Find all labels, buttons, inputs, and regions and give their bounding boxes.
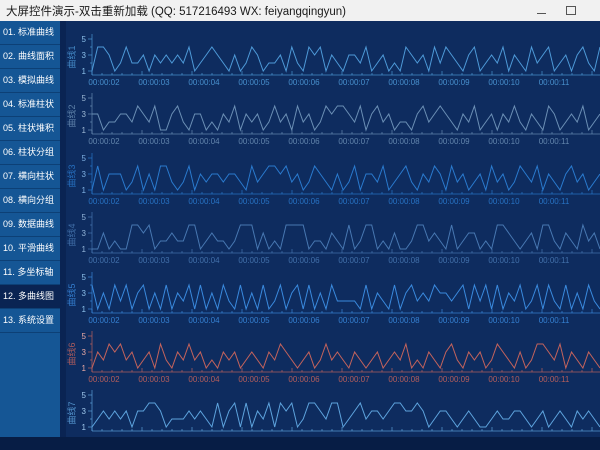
series-line <box>92 344 600 368</box>
line-chart-5[interactable]: 曲线513500:00:0200:00:0300:00:0400:00:0500… <box>66 259 600 325</box>
sidebar-item-05[interactable]: 05. 柱状堆积 <box>0 117 60 141</box>
chart-row-6: 曲线613500:00:0200:00:0300:00:0400:00:0500… <box>66 318 600 378</box>
y-tick-label: 3 <box>82 110 87 119</box>
series-title: 曲线5 <box>66 283 77 306</box>
series-title: 曲线4 <box>66 224 77 247</box>
y-tick-label: 3 <box>82 289 87 298</box>
series-line <box>92 225 600 249</box>
sidebar-item-12[interactable]: 12. 多曲线图 <box>0 285 60 309</box>
y-tick-label: 3 <box>82 407 87 416</box>
chart-row-3: 曲线313500:00:0200:00:0300:00:0400:00:0500… <box>66 140 600 200</box>
minimize-icon <box>537 13 546 14</box>
y-tick-label: 5 <box>82 332 87 341</box>
y-tick-label: 1 <box>82 305 87 314</box>
series-title: 曲线3 <box>66 164 77 187</box>
maximize-icon <box>566 6 576 15</box>
y-tick-label: 5 <box>82 391 87 400</box>
series-line <box>92 403 600 427</box>
line-chart-1[interactable]: 曲线113500:00:0200:00:0300:00:0400:00:0500… <box>66 21 600 87</box>
maximize-button[interactable] <box>556 0 586 21</box>
chart-row-1: 曲线113500:00:0200:00:0300:00:0400:00:0500… <box>66 21 600 81</box>
app-window: 大屏控件演示-双击重新加载 (QQ: 517216493 WX: feiyang… <box>0 0 600 450</box>
y-tick-label: 3 <box>82 51 87 60</box>
y-tick-label: 1 <box>82 126 87 135</box>
minimize-button[interactable] <box>526 0 556 21</box>
line-chart-2[interactable]: 曲线213500:00:0200:00:0300:00:0400:00:0500… <box>66 80 600 146</box>
sidebar-item-10[interactable]: 10. 平滑曲线 <box>0 237 60 261</box>
sidebar-item-08[interactable]: 08. 横向分组 <box>0 189 60 213</box>
line-chart-7[interactable]: 曲线7 1 3 5 <box>66 377 600 443</box>
y-tick-label: 3 <box>82 348 87 357</box>
sidebar-item-01[interactable]: 01. 标准曲线 <box>0 21 60 45</box>
series-line <box>92 106 600 130</box>
line-chart-3[interactable]: 曲线313500:00:0200:00:0300:00:0400:00:0500… <box>66 140 600 206</box>
y-tick-label: 1 <box>82 245 87 254</box>
series-line <box>92 285 600 309</box>
y-tick-label: 1 <box>82 67 87 76</box>
title-bar: 大屏控件演示-双击重新加载 (QQ: 517216493 WX: feiyang… <box>0 0 600 21</box>
window-controls <box>526 0 586 21</box>
series-title: 曲线2 <box>66 105 77 128</box>
line-chart-6[interactable]: 曲线613500:00:0200:00:0300:00:0400:00:0500… <box>66 318 600 384</box>
y-tick-label: 1 <box>82 364 87 373</box>
y-tick-label: 5 <box>82 213 87 222</box>
sidebar-menu: 01. 标准曲线02. 曲线面积03. 模拟曲线04. 标准柱状05. 柱状堆积… <box>0 21 60 437</box>
chart-row-5: 曲线513500:00:0200:00:0300:00:0400:00:0500… <box>66 259 600 319</box>
y-tick-label: 5 <box>82 154 87 163</box>
sidebar-item-07[interactable]: 07. 横向柱状 <box>0 165 60 189</box>
chart-row-7: 曲线7 1 3 5 <box>66 377 600 437</box>
y-tick-label: 5 <box>82 35 87 44</box>
bottom-strip <box>0 437 600 450</box>
y-tick-label: 1 <box>82 423 87 432</box>
chart-panel: 曲线113500:00:0200:00:0300:00:0400:00:0500… <box>66 21 600 437</box>
sidebar-item-09[interactable]: 09. 数据曲线 <box>0 213 60 237</box>
series-line <box>92 47 600 71</box>
y-tick-label: 1 <box>82 186 87 195</box>
y-tick-label: 3 <box>82 170 87 179</box>
chart-row-2: 曲线213500:00:0200:00:0300:00:0400:00:0500… <box>66 80 600 140</box>
line-chart-4[interactable]: 曲线413500:00:0200:00:0300:00:0400:00:0500… <box>66 199 600 265</box>
chart-row-4: 曲线413500:00:0200:00:0300:00:0400:00:0500… <box>66 199 600 259</box>
sidebar-item-04[interactable]: 04. 标准柱状 <box>0 93 60 117</box>
series-title: 曲线7 <box>66 402 77 425</box>
series-title: 曲线6 <box>66 342 77 365</box>
sidebar-item-02[interactable]: 02. 曲线面积 <box>0 45 60 69</box>
y-tick-label: 3 <box>82 229 87 238</box>
y-tick-label: 5 <box>82 94 87 103</box>
sidebar-item-03[interactable]: 03. 模拟曲线 <box>0 69 60 93</box>
series-title: 曲线1 <box>66 45 77 68</box>
window-title: 大屏控件演示-双击重新加载 (QQ: 517216493 WX: feiyang… <box>0 3 346 19</box>
sidebar-item-13[interactable]: 13. 系统设置 <box>0 309 60 333</box>
y-tick-label: 5 <box>82 273 87 282</box>
sidebar-item-11[interactable]: 11. 多坐标轴 <box>0 261 60 285</box>
series-line <box>92 166 600 190</box>
sidebar-item-06[interactable]: 06. 柱状分组 <box>0 141 60 165</box>
